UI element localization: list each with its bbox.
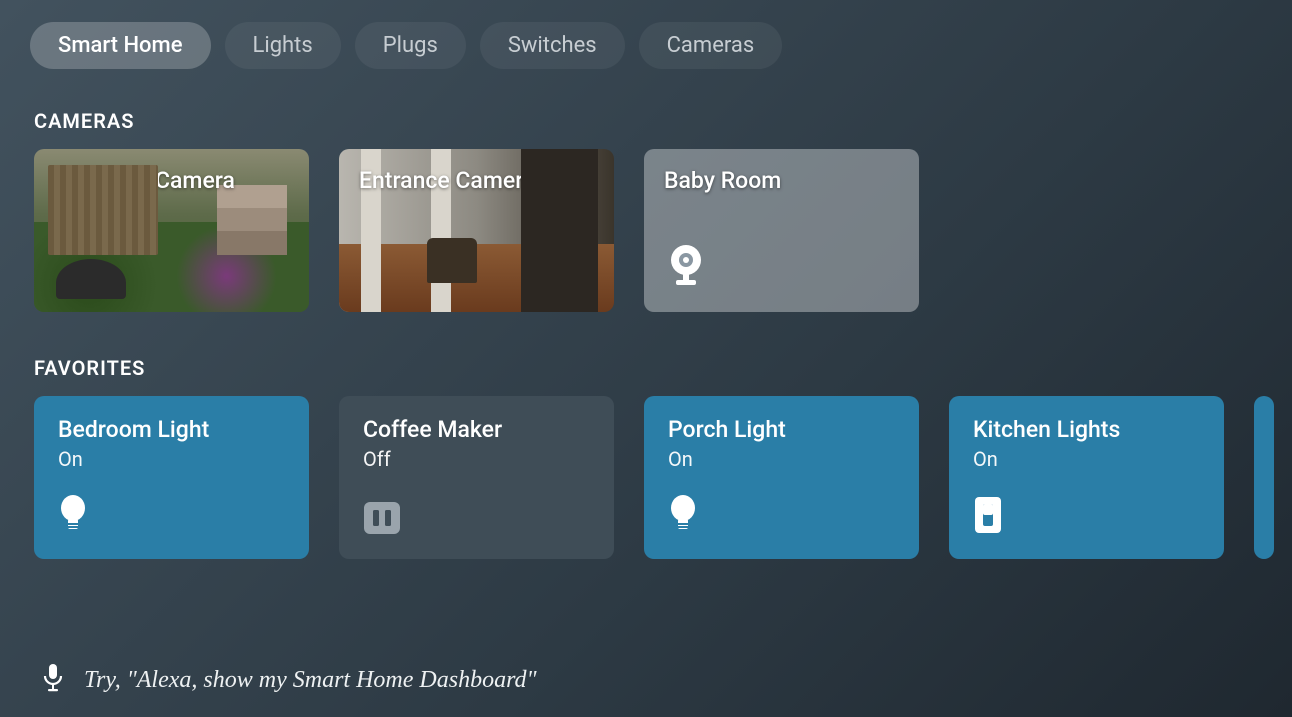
favorites-row: Bedroom Light On Coffee Maker Off Porch … [0,396,1292,559]
tab-lights[interactable]: Lights [225,22,341,69]
cameras-section-header: CAMERAS [34,109,1292,133]
camera-label: Baby Room [664,167,781,194]
favorite-state: On [58,447,285,471]
favorites-section-header: FAVORITES [34,356,1292,380]
favorite-name: Bedroom Light [58,416,285,443]
favorite-name: Kitchen Lights [973,416,1200,443]
tab-switches[interactable]: Switches [480,22,625,69]
camera-label: Entrance Camera [359,167,535,194]
tab-smart-home[interactable]: Smart Home [30,22,211,69]
camera-card-entrance[interactable]: Entrance Camera [339,149,614,312]
favorite-state: On [973,447,1200,471]
category-tabs: Smart Home Lights Plugs Switches Cameras [0,0,1292,69]
cameras-row: Backyard Camera Entrance Camera Baby Roo… [0,149,1292,312]
bulb-icon [668,495,698,539]
voice-hint-text: Try, "Alexa, show my Smart Home Dashboar… [84,667,537,694]
favorite-card-kitchen-lights[interactable]: Kitchen Lights On [949,396,1224,559]
bulb-icon [58,495,88,539]
favorite-card-more[interactable] [1254,396,1274,559]
microphone-icon [42,663,64,697]
favorite-card-porch-light[interactable]: Porch Light On [644,396,919,559]
favorite-card-bedroom-light[interactable]: Bedroom Light On [34,396,309,559]
voice-hint: Try, "Alexa, show my Smart Home Dashboar… [42,663,537,697]
camera-card-baby-room[interactable]: Baby Room [644,149,919,312]
switch-icon [973,495,1003,539]
favorite-card-coffee-maker[interactable]: Coffee Maker Off [339,396,614,559]
favorite-name: Porch Light [668,416,895,443]
camera-icon [666,244,706,290]
camera-label: Backyard Camera [54,167,235,194]
tab-cameras[interactable]: Cameras [639,22,783,69]
camera-card-backyard[interactable]: Backyard Camera [34,149,309,312]
plug-icon [363,501,401,539]
favorite-name: Coffee Maker [363,416,590,443]
favorite-state: Off [363,447,590,471]
favorite-state: On [668,447,895,471]
tab-plugs[interactable]: Plugs [355,22,466,69]
